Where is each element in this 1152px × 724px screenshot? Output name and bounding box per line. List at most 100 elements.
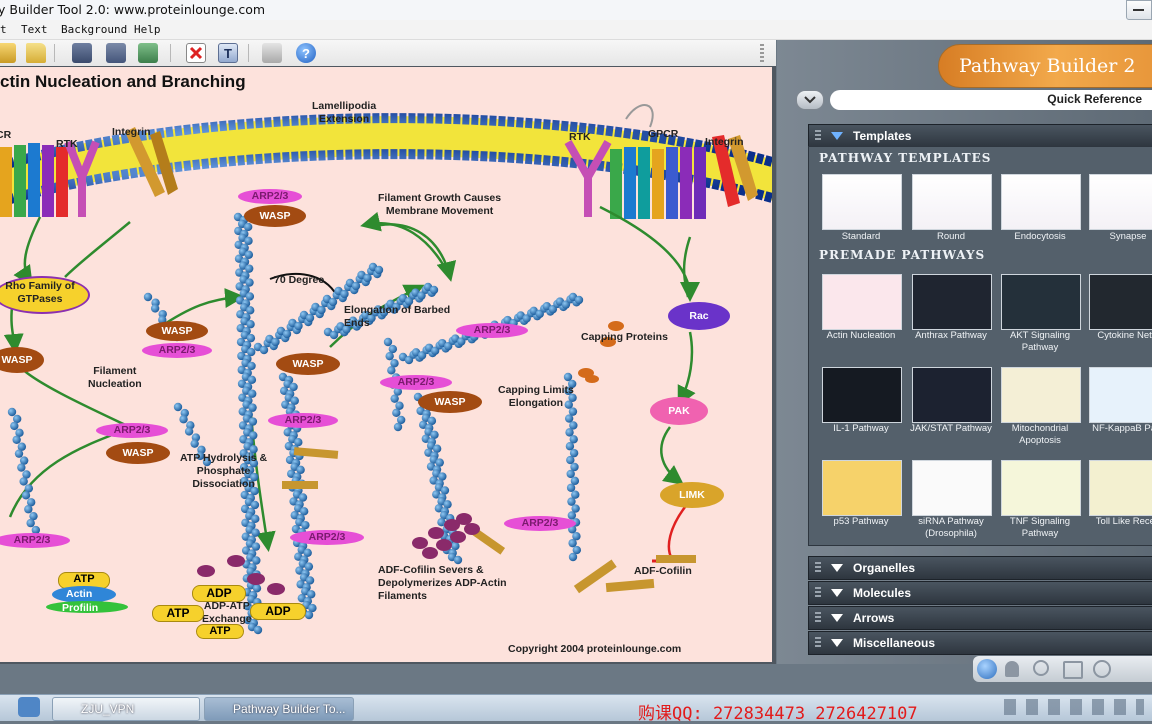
panel-tool-strip — [973, 656, 1152, 682]
adp-atp-exchange-label: ADP-ATP Exchange — [202, 600, 252, 625]
premade-thumb[interactable] — [822, 274, 902, 330]
organelles-accordion-header[interactable]: Organelles — [808, 556, 1152, 580]
actin-bead — [387, 366, 396, 375]
arp-molecule[interactable]: ARP2/3 — [504, 516, 576, 531]
arp-molecule[interactable]: ARP2/3 — [96, 423, 168, 438]
capping-proteins-label: Capping Proteins — [581, 331, 668, 343]
actin-bead — [393, 422, 403, 432]
rho-gtpases-label: Rho Family of GTPases — [5, 280, 75, 305]
wasp-molecule[interactable]: WASP — [146, 321, 208, 341]
menu-item-text[interactable]: Text — [21, 23, 48, 36]
template-thumb[interactable] — [822, 174, 902, 230]
task-zju-vpn[interactable]: ZJU_VPN — [52, 697, 200, 721]
template-thumb[interactable] — [1001, 174, 1081, 230]
search-icon[interactable] — [1033, 660, 1049, 676]
premade-thumb[interactable] — [1001, 367, 1081, 423]
rac-molecule[interactable]: Rac — [668, 302, 730, 330]
premade-thumb[interactable] — [822, 367, 902, 423]
premade-thumb[interactable] — [1001, 460, 1081, 516]
premade-caption: Cytokine Netw — [1097, 330, 1152, 341]
play-icon[interactable] — [977, 659, 997, 679]
arp-molecule[interactable]: ARP2/3 — [456, 323, 528, 338]
wasp-molecule[interactable]: WASP — [106, 442, 170, 464]
lamellipodia-label: Lamellipodia Extension — [312, 100, 377, 125]
save-icon[interactable] — [72, 43, 92, 63]
premade-thumb[interactable] — [822, 460, 902, 516]
atp-node-2[interactable]: ATP — [152, 605, 204, 622]
grip-icon — [815, 612, 821, 624]
adp-node-1[interactable]: ADP — [192, 585, 246, 602]
actin-bead — [390, 394, 399, 403]
menu-item-background[interactable]: Background — [61, 23, 127, 36]
actin-bead — [184, 427, 194, 436]
arp-molecule[interactable]: ARP2/3 — [268, 413, 338, 428]
actin-bead — [150, 304, 160, 313]
template-thumb[interactable] — [1089, 174, 1152, 230]
arp-molecule[interactable]: ARP2/3 — [380, 375, 452, 390]
user-icon[interactable] — [1005, 661, 1019, 677]
wasp-molecule[interactable]: WASP — [244, 205, 306, 227]
wasp-molecule[interactable]: WASP — [276, 353, 340, 375]
system-tray[interactable] — [1004, 699, 1144, 715]
menu-item-help[interactable]: Help — [134, 23, 161, 36]
open-icon[interactable] — [0, 43, 16, 63]
filament-nucleation-label: Filament Nucleation — [88, 365, 142, 390]
actin-bead — [12, 435, 21, 444]
limk-molecule[interactable]: LIMK — [660, 482, 724, 508]
history-icon[interactable] — [1093, 660, 1111, 678]
folder-icon[interactable] — [26, 43, 46, 63]
premade-thumb[interactable] — [912, 274, 992, 330]
collapse-panel-button[interactable] — [796, 90, 824, 110]
export-image-icon[interactable] — [138, 43, 158, 63]
template-thumb[interactable] — [912, 174, 992, 230]
actin-bead — [17, 463, 26, 472]
print-icon[interactable] — [262, 43, 282, 63]
start-button[interactable] — [18, 697, 40, 717]
miscellaneous-accordion-header[interactable]: Miscellaneous — [808, 631, 1152, 655]
save-as-icon[interactable] — [106, 43, 126, 63]
pathway-builder-logo: Pathway Builder 2 — [938, 44, 1152, 88]
actin-bead — [10, 421, 19, 431]
quick-reference-bar: Quick Reference — [830, 90, 1152, 110]
arp-molecule[interactable]: ARP2/3 — [290, 530, 364, 545]
premade-thumb[interactable] — [1001, 274, 1081, 330]
premade-thumb[interactable] — [1089, 460, 1152, 516]
filament-growth-label: Filament Growth Causes Membrane Movement — [378, 192, 502, 217]
actin-label: Actin — [66, 588, 93, 600]
atp-node-3[interactable]: ATP — [196, 624, 244, 639]
actin-bead — [190, 439, 199, 448]
grip-icon — [815, 587, 821, 599]
task-pathway-builder[interactable]: Pathway Builder To... — [204, 697, 354, 721]
pathway-canvas[interactable]: ctin Nucleation and Branching CR RTK Int… — [0, 67, 772, 662]
actin-bead — [19, 477, 28, 486]
gallery-icon[interactable] — [1063, 661, 1083, 679]
adp-node-2[interactable]: ADP — [250, 603, 306, 620]
text-icon[interactable]: T — [218, 43, 238, 63]
right-receptor-cluster — [564, 104, 758, 219]
minimize-button[interactable] — [1126, 0, 1152, 20]
molecules-accordion-header[interactable]: Molecules — [808, 581, 1152, 605]
arp-molecule[interactable]: ARP2/3 — [238, 189, 302, 204]
window-title: y Builder Tool 2.0: www.proteinlounge.co… — [0, 2, 266, 17]
premade-caption: NF-KappaB Path — [1092, 423, 1152, 434]
premade-thumb[interactable] — [1089, 274, 1152, 330]
help-icon[interactable]: ? — [296, 43, 316, 63]
diagram-title: ctin Nucleation and Branching — [0, 72, 246, 91]
premade-caption: IL-1 Pathway — [833, 423, 889, 434]
premade-caption: Toll Like Recep — [1095, 516, 1152, 527]
premade-thumb[interactable] — [1089, 367, 1152, 423]
arrows-accordion-header[interactable]: Arrows — [808, 606, 1152, 630]
chevron-down-icon — [831, 589, 843, 597]
rtk-right-label: RTK — [569, 131, 591, 143]
premade-thumb[interactable] — [912, 367, 992, 423]
gpcr-left-label: CR — [0, 129, 12, 141]
wasp-molecule[interactable]: WASP — [418, 391, 482, 413]
menu-item-file[interactable]: t — [0, 23, 7, 36]
delete-icon[interactable] — [186, 43, 206, 63]
toolbar: T ? — [0, 40, 776, 67]
pak-molecule[interactable]: PAK — [650, 397, 708, 425]
templates-accordion-header[interactable]: Templates — [808, 124, 1152, 148]
arp-molecule[interactable]: ARP2/3 — [142, 343, 212, 358]
premade-thumb[interactable] — [912, 460, 992, 516]
actin-bead — [143, 292, 153, 302]
